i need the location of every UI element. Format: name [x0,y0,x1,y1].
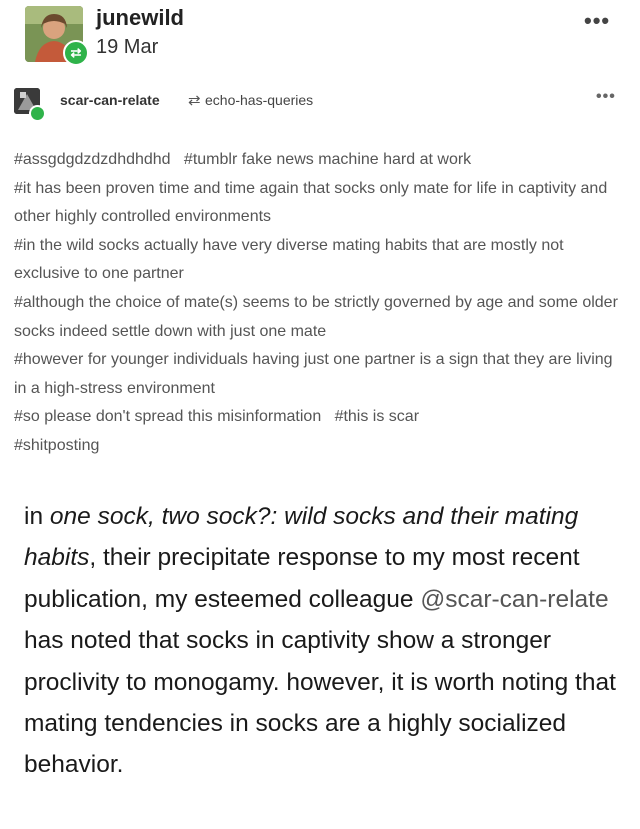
tag[interactable]: #this is scar [335,408,419,425]
tag[interactable]: #tumblr fake news machine hard at work [184,151,471,168]
post-header: ⇄ junewild 19 Mar ••• [0,0,640,80]
reblog-icon: ⇄ [188,92,201,109]
body-intro: in [24,503,50,530]
more-dots-icon[interactable]: ••• [596,88,616,106]
tags-list: #assgdgdzdzdhdhdhd #tumblr fake news mac… [14,146,626,461]
tag[interactable]: #so please don't spread this misinformat… [14,408,321,425]
more-dots-icon[interactable]: ••• [584,8,610,34]
reblogger-badge-icon [29,105,46,122]
tag[interactable]: #it has been proven time and time again … [14,180,607,226]
source-username[interactable]: echo-has-queries [205,92,313,108]
user-mention[interactable]: @scar-can-relate [420,586,608,613]
reblog-badge-icon: ⇄ [63,40,89,66]
reblogger-username[interactable]: scar-can-relate [60,92,160,108]
tag[interactable]: #however for younger individuals having … [14,351,613,397]
post-date: 19 Mar [96,36,159,58]
body-text: has noted that socks in captivity show a… [24,627,616,779]
tag[interactable]: #although the choice of mate(s) seems to… [14,294,618,340]
reblog-trail-header: scar-can-relate ⇄ echo-has-queries ••• [0,88,640,128]
post-body: in one sock, two sock?: wild socks and t… [24,496,624,786]
author-username[interactable]: junewild [96,5,184,31]
tag[interactable]: #assgdgdzdzdhdhdhd [14,151,171,168]
tag[interactable]: #shitposting [14,437,99,454]
tag[interactable]: #in the wild socks actually have very di… [14,237,564,283]
